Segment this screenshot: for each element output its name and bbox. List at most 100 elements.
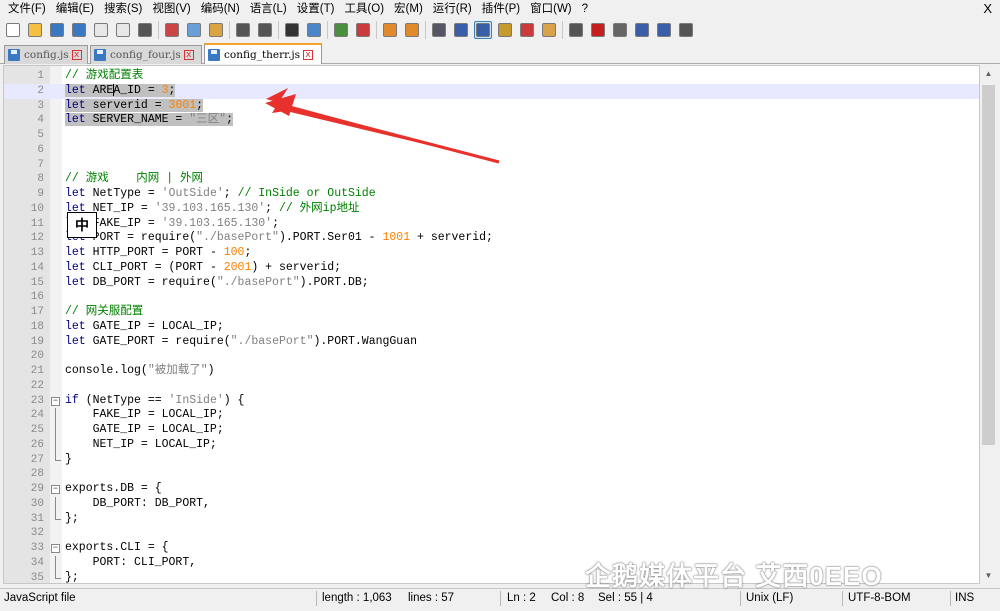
copy-icon[interactable] (185, 21, 203, 39)
code-line[interactable]: 22 (4, 379, 979, 394)
code-area[interactable]: 1 // 游戏配置表 2 let AREA_ID = 3; 3 let serverid … (4, 69, 979, 583)
code-line[interactable]: 19 let GATE_PORT = require("./basePort").… (4, 335, 979, 350)
tab-close-icon[interactable]: x (71, 50, 82, 60)
code-line[interactable]: 17 // 网关服配置 (4, 305, 979, 320)
menu-item[interactable]: 设置(T) (292, 0, 340, 18)
tab-config-js[interactable]: config.js x (4, 45, 88, 64)
close-all-icon[interactable] (114, 21, 132, 39)
code-line[interactable]: 27} (4, 452, 979, 468)
fold-toggle-icon[interactable]: − (51, 396, 60, 406)
menu-item[interactable]: 搜索(S) (99, 0, 147, 18)
code-line[interactable]: 9 let NetType = 'OutSide'; // InSide or O… (4, 187, 979, 202)
code-line[interactable]: 21 console.log("被加载了") (4, 364, 979, 379)
play-macro-icon[interactable] (633, 21, 651, 39)
code-line[interactable]: 31}; (4, 511, 979, 527)
zoom-in-icon-glyph (334, 23, 348, 37)
code-line[interactable]: 29− exports.DB = { (4, 482, 979, 497)
doc-map-icon[interactable] (496, 21, 514, 39)
code-line[interactable]: 28 (4, 467, 979, 482)
code-line[interactable]: 5 (4, 128, 979, 143)
code-line[interactable]: 24 FAKE_IP = LOCAL_IP; (4, 408, 979, 423)
print-icon[interactable] (136, 21, 154, 39)
menu-item[interactable]: 文件(F) (0, 0, 51, 18)
menu-item[interactable]: 运行(R) (428, 0, 477, 18)
open-file-icon[interactable] (26, 21, 44, 39)
redo-icon[interactable] (256, 21, 274, 39)
undo-icon[interactable] (234, 21, 252, 39)
code-line[interactable]: 15 let DB_PORT = require("./basePort").PO… (4, 276, 979, 291)
tab-config-four-js[interactable]: config_four.js x (90, 45, 202, 64)
replace-icon[interactable] (305, 21, 323, 39)
scrollbar-thumb[interactable] (982, 85, 995, 445)
scroll-up-icon[interactable]: ▲ (980, 65, 997, 82)
toolbar (0, 18, 1000, 42)
fold-toggle-icon[interactable]: − (51, 485, 60, 494)
line-number: 34 (30, 556, 44, 569)
tab-close-icon[interactable]: x (303, 49, 314, 60)
menu-item[interactable]: 插件(P) (477, 0, 525, 18)
save-all-icon-glyph (72, 23, 86, 37)
menu-item[interactable]: 窗口(W) (525, 0, 577, 18)
save-macro-icon[interactable] (677, 21, 695, 39)
run-macro-multiple-icon[interactable] (655, 21, 673, 39)
monitor-icon[interactable] (567, 21, 585, 39)
indent-guide-icon[interactable] (474, 21, 492, 39)
sync-v-icon[interactable] (381, 21, 399, 39)
window-close-button[interactable]: X (983, 0, 992, 18)
tab-label: config_four.js (110, 49, 181, 61)
folder-workspace-icon[interactable] (540, 21, 558, 39)
code-line[interactable]: 14 let CLI_PORT = (PORT - 2001) + serveri… (4, 261, 979, 276)
find-icon[interactable] (283, 21, 301, 39)
cut-icon[interactable] (163, 21, 181, 39)
menu-item[interactable]: 视图(V) (147, 0, 195, 18)
code-line[interactable]: 13 let HTTP_PORT = PORT - 100; (4, 246, 979, 261)
code-line[interactable]: 33− exports.CLI = { (4, 541, 979, 556)
save-all-icon[interactable] (70, 21, 88, 39)
code-line[interactable]: 3 let serverid = 3001; (4, 98, 979, 114)
menu-item[interactable]: ? (577, 0, 593, 18)
function-list-icon[interactable] (518, 21, 536, 39)
save-icon[interactable] (48, 21, 66, 39)
cut-icon-glyph (165, 23, 179, 37)
menu-item[interactable]: 语言(L) (245, 0, 292, 18)
close-icon[interactable] (92, 21, 110, 39)
code-line[interactable]: 10 let NET_IP = '39.103.165.130'; // 外网ip… (4, 202, 979, 217)
vertical-scrollbar[interactable]: ▲ ▼ (980, 65, 997, 584)
scroll-down-icon[interactable]: ▼ (980, 567, 997, 584)
code-editor[interactable]: 1 // 游戏配置表 2 let AREA_ID = 3; 3 let serverid … (3, 65, 980, 584)
code-line[interactable]: 1 // 游戏配置表 (4, 69, 979, 84)
code-line[interactable]: 30 DB_PORT: DB_PORT, (4, 496, 979, 512)
menu-item[interactable]: 宏(M) (389, 0, 428, 18)
code-line[interactable]: 16 (4, 290, 979, 305)
menu-item[interactable]: 工具(O) (339, 0, 389, 18)
code-line[interactable]: 8 // 游戏 内网 | 外网 (4, 172, 979, 187)
record-macro-icon[interactable] (589, 21, 607, 39)
code-line[interactable]: 4 let SERVER_NAME = "三区"; (4, 113, 979, 128)
code-line[interactable]: 23− if (NetType == 'InSide') { (4, 394, 979, 409)
show-all-chars-icon[interactable] (452, 21, 470, 39)
fold-toggle-icon[interactable]: − (51, 544, 60, 553)
code-line[interactable]: 11 let FAKE_IP = '39.103.165.130'; (4, 217, 979, 232)
code-line[interactable]: 7 (4, 158, 979, 173)
menu-item[interactable]: 编辑(E) (51, 0, 99, 18)
code-line[interactable]: 18 let GATE_IP = LOCAL_IP; (4, 320, 979, 335)
zoom-out-icon[interactable] (354, 21, 372, 39)
stop-record-icon[interactable] (611, 21, 629, 39)
new-file-icon[interactable] (4, 21, 22, 39)
tab-close-icon[interactable]: x (183, 50, 194, 60)
sync-h-icon[interactable] (403, 21, 421, 39)
code-line[interactable]: 25 GATE_IP = LOCAL_IP; (4, 423, 979, 438)
tab-config-therr-js[interactable]: config_therr.js x (204, 43, 322, 64)
paste-icon[interactable] (207, 21, 225, 39)
code-line[interactable]: 12 let PORT = require("./basePort").PORT.… (4, 231, 979, 246)
zoom-in-icon[interactable] (332, 21, 350, 39)
word-wrap-icon[interactable] (430, 21, 448, 39)
code-line[interactable]: 2 let AREA_ID = 3; (4, 83, 979, 99)
code-line[interactable]: 32 (4, 526, 979, 541)
code-line[interactable]: 20 (4, 349, 979, 364)
menu-item[interactable]: 编码(N) (196, 0, 245, 18)
code-line[interactable]: 6 (4, 143, 979, 158)
code-line[interactable]: 26 NET_IP = LOCAL_IP; (4, 437, 979, 453)
doc-map-icon-glyph (498, 23, 512, 37)
code-text: } (65, 452, 72, 466)
